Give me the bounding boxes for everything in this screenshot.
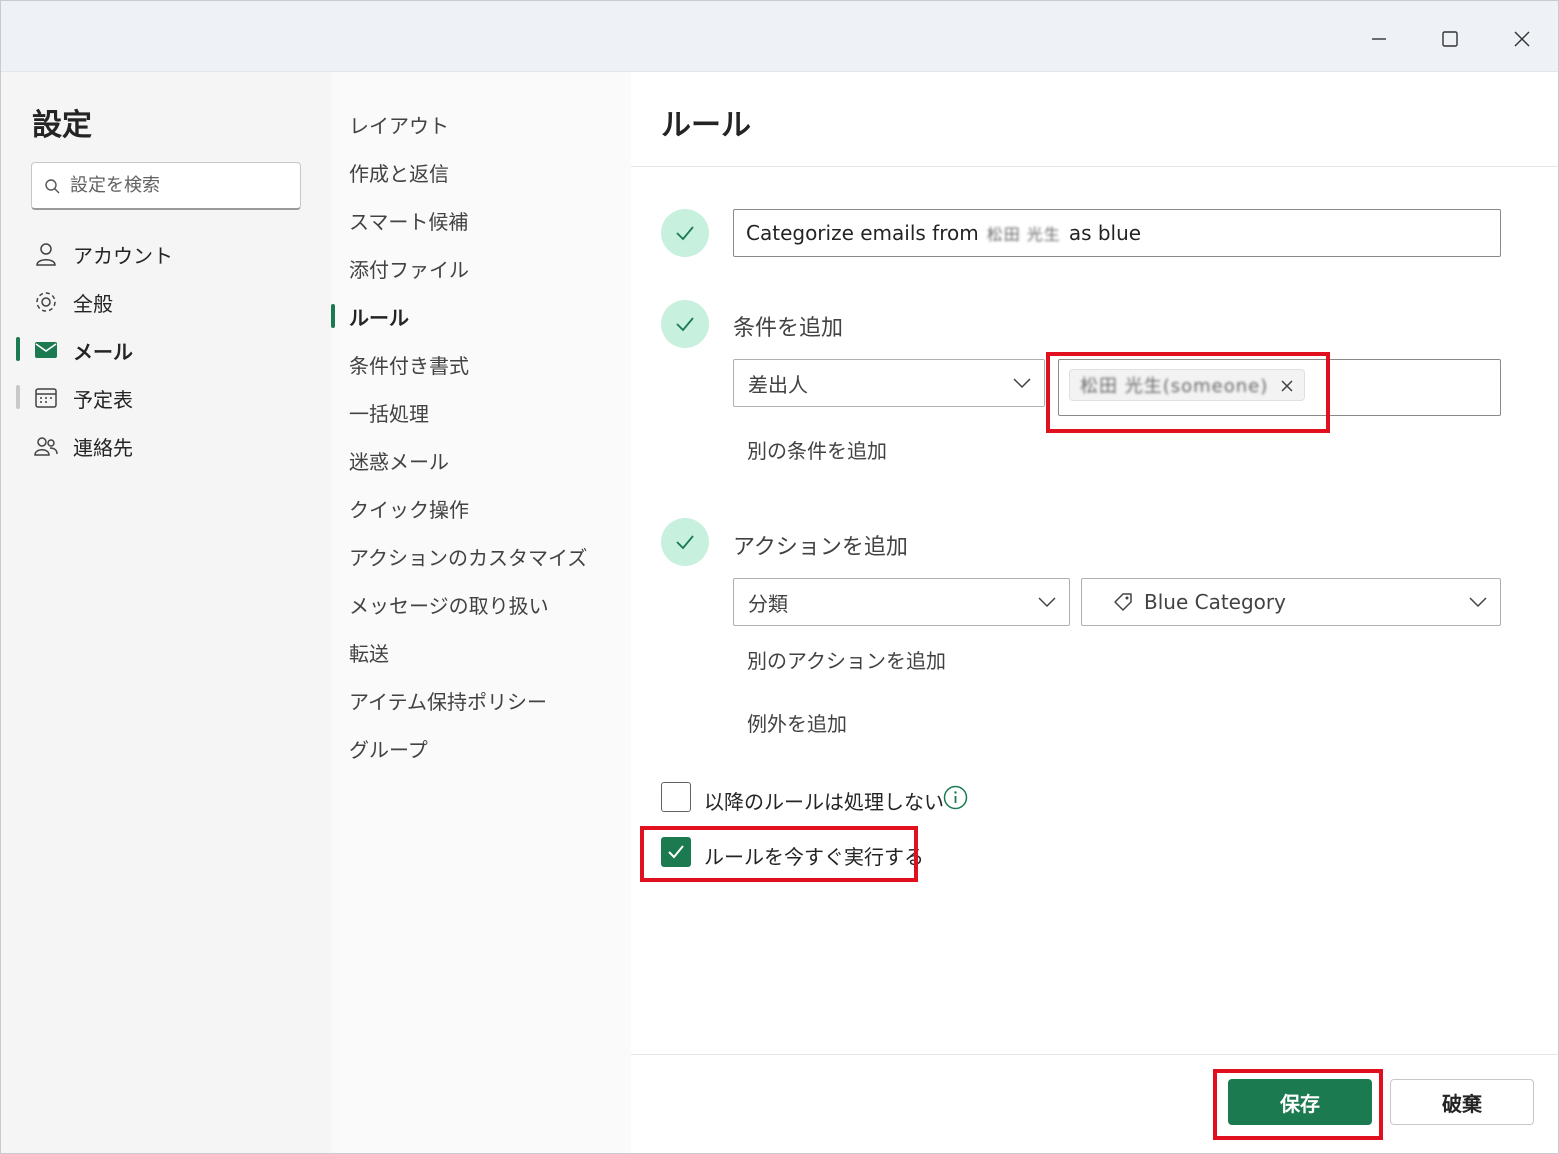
nav-item-mail[interactable]: メール bbox=[0, 326, 331, 374]
recipient-chip: 松田 光生(someone) bbox=[1069, 369, 1306, 401]
redacted-name: 松田 光生 bbox=[986, 225, 1061, 244]
submenu-forwarding[interactable]: 転送 bbox=[331, 628, 631, 676]
nav-item-calendar[interactable]: 予定表 bbox=[0, 374, 331, 422]
info-icon[interactable] bbox=[943, 785, 968, 810]
divider bbox=[631, 166, 1558, 167]
settings-search-input[interactable] bbox=[70, 175, 270, 196]
step-complete-badge bbox=[661, 209, 709, 257]
checkmark-icon bbox=[676, 226, 694, 241]
nav-item-label: 全般 bbox=[73, 291, 113, 316]
search-icon bbox=[45, 178, 60, 193]
settings-nav-pane: 設定 アカウント 全般 メール 予定表 連絡先 bbox=[0, 72, 331, 1154]
remove-icon[interactable] bbox=[1278, 377, 1296, 395]
submenu-retention-policies[interactable]: アイテム保持ポリシー bbox=[331, 676, 631, 724]
rule-name-input[interactable]: Categorize emails from 松田 光生 as blue bbox=[733, 209, 1501, 257]
submenu-customize-actions[interactable]: アクションのカスタマイズ bbox=[331, 532, 631, 580]
condition-value-field[interactable]: 松田 光生(someone) bbox=[1058, 359, 1501, 416]
chevron-down-icon bbox=[1469, 597, 1487, 608]
condition-field-value: 差出人 bbox=[748, 372, 808, 397]
action-section-label: アクションを追加 bbox=[733, 535, 908, 560]
category-dropdown[interactable]: Blue Category bbox=[1081, 578, 1501, 626]
stop-processing-checkbox[interactable] bbox=[661, 782, 691, 812]
hover-indicator bbox=[16, 385, 20, 409]
add-condition-button[interactable]: 別の条件を追加 bbox=[747, 435, 887, 464]
gear-icon bbox=[36, 292, 56, 312]
redacted-sender: 松田 光生(someone) bbox=[1080, 376, 1269, 397]
close-button[interactable] bbox=[1502, 20, 1542, 58]
action-type-dropdown[interactable]: 分類 bbox=[733, 578, 1070, 626]
nav-item-label: メール bbox=[73, 339, 133, 364]
page-title: ルール bbox=[661, 108, 751, 143]
mail-icon bbox=[35, 342, 57, 358]
active-indicator bbox=[331, 304, 335, 328]
divider bbox=[631, 1054, 1558, 1055]
minimize-button[interactable] bbox=[1359, 20, 1399, 58]
maximize-icon bbox=[1442, 31, 1458, 47]
tag-icon bbox=[1114, 593, 1132, 611]
condition-field-dropdown[interactable]: 差出人 bbox=[733, 359, 1045, 407]
maximize-button[interactable] bbox=[1430, 20, 1470, 58]
title-bar bbox=[0, 0, 1559, 72]
nav-item-label: 連絡先 bbox=[73, 435, 133, 460]
submenu-junk-email[interactable]: 迷惑メール bbox=[331, 436, 631, 484]
submenu-rules[interactable]: ルール bbox=[331, 292, 631, 340]
nav-item-general[interactable]: 全般 bbox=[0, 278, 331, 326]
submenu-smart-suggestions[interactable]: スマート候補 bbox=[331, 196, 631, 244]
rule-name-prefix: Categorize emails from bbox=[746, 221, 979, 245]
submenu-attachments[interactable]: 添付ファイル bbox=[331, 244, 631, 292]
submenu-message-handling[interactable]: メッセージの取り扱い bbox=[331, 580, 631, 628]
nav-item-account[interactable]: アカウント bbox=[0, 230, 331, 278]
active-indicator bbox=[16, 337, 20, 361]
step-complete-badge bbox=[661, 300, 709, 348]
chevron-down-icon bbox=[1038, 597, 1056, 608]
close-icon bbox=[1514, 31, 1530, 47]
checkmark-icon bbox=[676, 535, 694, 550]
rule-name-suffix: as blue bbox=[1068, 221, 1142, 245]
person-icon bbox=[36, 243, 56, 266]
people-icon bbox=[34, 437, 58, 456]
submenu-quick-steps[interactable]: クイック操作 bbox=[331, 484, 631, 532]
mail-submenu-list: レイアウト 作成と返信 スマート候補 添付ファイル ルール 条件付き書式 一括処… bbox=[331, 100, 631, 772]
stop-processing-label: 以降のルールは処理しない bbox=[704, 790, 944, 814]
submenu-compose-reply[interactable]: 作成と返信 bbox=[331, 148, 631, 196]
minimize-icon bbox=[1372, 38, 1386, 40]
submenu-sweep[interactable]: 一括処理 bbox=[331, 388, 631, 436]
settings-title: 設定 bbox=[32, 108, 92, 143]
rule-editor-pane: ルール Categorize emails from 松田 光生 as blue… bbox=[631, 72, 1558, 1154]
mail-submenu-pane: レイアウト 作成と返信 スマート候補 添付ファイル ルール 条件付き書式 一括処… bbox=[331, 72, 631, 1154]
checkmark-icon bbox=[676, 317, 694, 332]
category-value: Blue Category bbox=[1144, 590, 1286, 614]
submenu-layout[interactable]: レイアウト bbox=[331, 100, 631, 148]
settings-search-box[interactable] bbox=[31, 162, 301, 210]
step-complete-badge bbox=[661, 518, 709, 566]
add-action-button[interactable]: 別のアクションを追加 bbox=[747, 645, 946, 674]
discard-button[interactable]: 破棄 bbox=[1390, 1079, 1534, 1125]
run-now-checkbox[interactable] bbox=[661, 837, 691, 867]
submenu-rules-label: ルール bbox=[349, 305, 409, 330]
nav-item-label: アカウント bbox=[73, 243, 173, 268]
add-exception-button[interactable]: 例外を追加 bbox=[747, 708, 847, 737]
nav-item-label: 予定表 bbox=[73, 387, 133, 412]
submenu-conditional-formatting[interactable]: 条件付き書式 bbox=[331, 340, 631, 388]
condition-section-label: 条件を追加 bbox=[733, 316, 844, 341]
run-now-label: ルールを今すぐ実行する bbox=[704, 845, 924, 869]
chevron-down-icon bbox=[1013, 378, 1031, 389]
checkmark-icon bbox=[668, 845, 684, 859]
calendar-icon bbox=[35, 388, 57, 408]
action-type-value: 分類 bbox=[748, 591, 788, 616]
save-button[interactable]: 保存 bbox=[1228, 1079, 1372, 1125]
settings-nav-list: アカウント 全般 メール 予定表 連絡先 bbox=[0, 230, 331, 470]
submenu-groups[interactable]: グループ bbox=[331, 724, 631, 772]
nav-item-contacts[interactable]: 連絡先 bbox=[0, 422, 331, 470]
